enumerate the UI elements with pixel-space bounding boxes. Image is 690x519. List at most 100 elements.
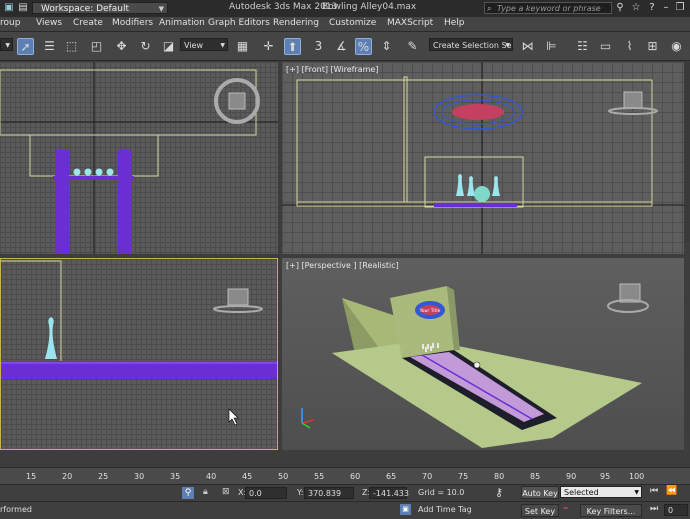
- named-selection-set-value: Create Selection Se: [433, 41, 512, 50]
- menu-item-create[interactable]: Create: [73, 18, 103, 28]
- menu-item-graph-editors[interactable]: Graph Editors: [208, 18, 270, 28]
- perspective-sign-text: Your Title: [419, 308, 441, 314]
- spinner-snap-icon[interactable]: ⇕: [378, 38, 395, 55]
- viewport-perspective[interactable]: Your Title [+] [Perspective ] [Realistic…: [282, 258, 684, 450]
- add-time-tag[interactable]: Add Time Tag: [418, 505, 472, 514]
- timeline-ruler[interactable]: 15 20 25 30 35 40 45 50 55 60 65 70 75 8…: [0, 467, 690, 485]
- menu-item-help[interactable]: Help: [444, 18, 465, 28]
- layer-manager-icon[interactable]: ☷: [574, 38, 591, 55]
- menu-item-views[interactable]: Views: [36, 18, 62, 28]
- named-selection-set-dropdown[interactable]: Create Selection Se ▼: [429, 38, 513, 51]
- key-icon[interactable]: ⚷: [495, 486, 503, 499]
- time-tag-icon[interactable]: ▣: [400, 504, 411, 515]
- keyboard-shortcut-override-icon[interactable]: ⬆: [284, 38, 301, 55]
- edit-named-selection-icon[interactable]: ✎: [404, 38, 421, 55]
- snap-number: 3: [314, 39, 323, 53]
- restore-icon[interactable]: ❐: [674, 2, 686, 14]
- timeline-tick: 15: [26, 472, 37, 481]
- select-by-name-icon[interactable]: ☰: [41, 38, 58, 55]
- minimize-icon[interactable]: –: [660, 2, 672, 14]
- angle-snap-icon[interactable]: ∡: [333, 38, 350, 55]
- command-panel-edge: [684, 62, 690, 242]
- perspective-viewport-label[interactable]: [+] [Perspective ] [Realistic]: [286, 261, 399, 270]
- chevron-down-icon: ▼: [5, 42, 10, 49]
- graphite-ribbon-icon[interactable]: ▭: [597, 38, 614, 55]
- material-editor-icon[interactable]: ◉: [668, 38, 685, 55]
- lock-icon[interactable]: 🔒︎: [203, 487, 208, 497]
- isolate-selection-icon[interactable]: ⚲: [182, 487, 194, 499]
- front-viewport-label[interactable]: [+] [Front] [Wireframe]: [286, 65, 378, 74]
- percent-snap-icon[interactable]: %: [355, 38, 372, 55]
- mirror-icon[interactable]: ⋈: [519, 38, 536, 55]
- go-to-start-icon[interactable]: ⏮: [650, 486, 658, 496]
- main-toolbar: ▼ ➚ ☰ ⬚ ◰ ✥ ↻ ◪ View ▼ ▦ ✛ ⬆ 3 ∡ % ⇕ ✎ C…: [0, 32, 690, 61]
- timeline-tick: 60: [350, 472, 361, 481]
- snaps-toggle-icon[interactable]: 3: [310, 38, 327, 55]
- prompt-line: rformed: [0, 505, 32, 514]
- timeline-tick: 20: [62, 472, 73, 481]
- rotate-icon[interactable]: ↻: [137, 38, 154, 55]
- quick-access-icon[interactable]: ▤: [17, 2, 29, 14]
- viewport-front[interactable]: [+] [Front] [Wireframe]: [282, 62, 684, 254]
- search-icon: ⌕: [487, 4, 492, 13]
- workspace-dropdown[interactable]: Workspace: Default ▼: [32, 2, 168, 14]
- reference-coordinate-dropdown[interactable]: View ▼: [180, 38, 228, 51]
- y-coordinate-field[interactable]: 370.839: [304, 487, 354, 499]
- set-key-button[interactable]: Set Key: [521, 504, 559, 517]
- absolute-mode-icon[interactable]: ⊠: [222, 487, 230, 497]
- title-bar: ▣ ▤ Workspace: Default ▼ Autodesk 3ds Ma…: [0, 0, 690, 18]
- previous-frame-icon[interactable]: ⏪: [666, 486, 677, 496]
- help-icon[interactable]: ?: [646, 2, 658, 14]
- file-name: Bowling Alley04.max: [322, 2, 417, 12]
- viewport-left[interactable]: [0, 258, 278, 450]
- move-icon[interactable]: ✥: [113, 38, 130, 55]
- menu-item-maxscript[interactable]: MAXScript: [387, 18, 433, 28]
- timeline-tick: 35: [170, 472, 181, 481]
- selection-filter-dropdown[interactable]: ▼: [0, 38, 13, 51]
- timeline-tick: 85: [530, 472, 541, 481]
- search-placeholder: Type a keyword or phrase: [497, 4, 601, 13]
- select-manipulate-icon[interactable]: ✛: [260, 38, 277, 55]
- viewport-top[interactable]: [0, 62, 278, 254]
- rectangular-selection-icon[interactable]: ⬚: [63, 38, 80, 55]
- timeline-tick: 45: [242, 472, 253, 481]
- app-logo-icon[interactable]: ▣: [3, 2, 15, 14]
- key-filter-dropdown[interactable]: Selected ▼: [560, 486, 642, 498]
- menu-item-group[interactable]: roup: [0, 18, 20, 28]
- menu-item-customize[interactable]: Customize: [329, 18, 376, 28]
- scale-icon[interactable]: ◪: [160, 38, 177, 55]
- key-mode-icon[interactable]: ⌁: [563, 503, 569, 514]
- curve-editor-icon[interactable]: ⌇: [621, 38, 638, 55]
- chevron-down-icon: ▼: [505, 42, 510, 49]
- timeline-tick: 40: [206, 472, 217, 481]
- timeline-tick: 70: [422, 472, 433, 481]
- z-coordinate-field[interactable]: -141.433: [369, 487, 409, 499]
- align-icon[interactable]: ⊫: [543, 38, 560, 55]
- chevron-down-icon: ▼: [220, 42, 225, 49]
- auto-key-button[interactable]: Auto Key: [521, 486, 559, 499]
- current-frame-field[interactable]: 0: [664, 504, 688, 516]
- binoculars-icon[interactable]: ⚲: [614, 2, 626, 14]
- timeline-tick: 95: [600, 472, 611, 481]
- timeline-tick: 50: [278, 472, 289, 481]
- search-input[interactable]: ⌕ Type a keyword or phrase: [484, 2, 612, 14]
- reference-coordinate-value: View: [184, 41, 203, 50]
- window-crossing-icon[interactable]: ◰: [88, 38, 105, 55]
- select-object-icon[interactable]: ➚: [17, 38, 34, 55]
- chevron-down-icon: ▼: [634, 489, 639, 496]
- timeline-tick: 55: [314, 472, 325, 481]
- key-filter-value: Selected: [564, 488, 599, 497]
- key-mode-toggle-icon[interactable]: ⏭: [650, 504, 658, 514]
- x-coordinate-field[interactable]: 0.0: [245, 487, 287, 499]
- perspective-viewport-scene: Your Title: [301, 283, 649, 448]
- menu-item-rendering[interactable]: Rendering: [273, 18, 319, 28]
- menu-item-animation[interactable]: Animation: [159, 18, 205, 28]
- timeline-tick: 75: [458, 472, 469, 481]
- schematic-view-icon[interactable]: ⊞: [644, 38, 661, 55]
- timeline-tick: 25: [98, 472, 109, 481]
- menu-item-modifiers[interactable]: Modifiers: [112, 18, 153, 28]
- pivot-point-icon[interactable]: ▦: [234, 38, 251, 55]
- workspace-label: Workspace: Default: [41, 4, 129, 14]
- star-icon[interactable]: ☆: [630, 2, 642, 14]
- key-filters-button[interactable]: Key Filters...: [580, 504, 642, 517]
